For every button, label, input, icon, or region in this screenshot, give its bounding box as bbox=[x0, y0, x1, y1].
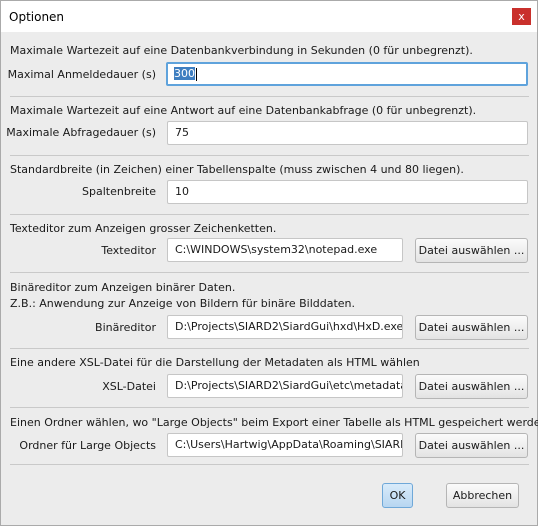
separator bbox=[10, 464, 529, 465]
options-dialog: Optionen x Maximale Wartezeit auf eine D… bbox=[0, 0, 538, 526]
column-width-label: Spaltenbreite bbox=[82, 185, 156, 198]
query-timeout-description: Maximale Wartezeit auf eine Antwort auf … bbox=[10, 104, 477, 117]
login-timeout-input[interactable]: 300 bbox=[166, 62, 528, 86]
query-timeout-input[interactable]: 75 bbox=[167, 121, 528, 145]
cancel-button[interactable]: Abbrechen bbox=[446, 483, 519, 508]
lobs-choose-button[interactable]: Datei auswählen ... bbox=[415, 433, 528, 458]
separator bbox=[10, 155, 529, 156]
bineditor-label: Binäreditor bbox=[95, 321, 156, 334]
texteditor-choose-button[interactable]: Datei auswählen ... bbox=[415, 238, 528, 263]
login-timeout-label: Maximal Anmeldedauer (s) bbox=[7, 68, 156, 81]
bineditor-choose-button[interactable]: Datei auswählen ... bbox=[415, 315, 528, 340]
lobs-folder-label: Ordner für Large Objects bbox=[19, 439, 156, 452]
text-caret bbox=[196, 67, 197, 81]
texteditor-path-input[interactable]: C:\WINDOWS\system32\notepad.exe bbox=[167, 238, 403, 262]
login-timeout-description: Maximale Wartezeit auf eine Datenbankver… bbox=[10, 44, 473, 57]
separator bbox=[10, 407, 529, 408]
xsl-label: XSL-Datei bbox=[102, 380, 156, 393]
query-timeout-label: Maximale Abfragedauer (s) bbox=[6, 126, 156, 139]
xsl-path-input[interactable]: D:\Projects\SIARD2\SiardGui\etc\metadata bbox=[167, 374, 403, 398]
bineditor-description-example: Z.B.: Anwendung zur Anzeige von Bildern … bbox=[10, 297, 356, 310]
lobs-description: Einen Ordner wählen, wo "Large Objects" … bbox=[10, 416, 538, 429]
bineditor-description: Binäreditor zum Anzeigen binärer Daten. bbox=[10, 281, 236, 294]
column-width-description: Standardbreite (in Zeichen) einer Tabell… bbox=[10, 163, 464, 176]
close-icon[interactable]: x bbox=[512, 8, 531, 25]
texteditor-description: Texteditor zum Anzeigen grosser Zeichenk… bbox=[10, 222, 277, 235]
title-bar[interactable]: Optionen x bbox=[1, 1, 537, 32]
separator bbox=[10, 272, 529, 273]
bineditor-path-input[interactable]: D:\Projects\SIARD2\SiardGui\hxd\HxD.exe bbox=[167, 315, 403, 339]
separator bbox=[10, 96, 529, 97]
dialog-title: Optionen bbox=[9, 10, 65, 24]
separator bbox=[10, 348, 529, 349]
separator bbox=[10, 214, 529, 215]
xsl-choose-button[interactable]: Datei auswählen ... bbox=[415, 374, 528, 399]
login-timeout-value: 300 bbox=[174, 67, 195, 80]
column-width-input[interactable]: 10 bbox=[167, 180, 528, 204]
lobs-folder-input[interactable]: C:\Users\Hartwig\AppData\Roaming\SIARI bbox=[167, 433, 403, 457]
ok-button[interactable]: OK bbox=[382, 483, 413, 508]
xsl-description: Eine andere XSL-Datei für die Darstellun… bbox=[10, 356, 420, 369]
texteditor-label: Texteditor bbox=[101, 244, 156, 257]
